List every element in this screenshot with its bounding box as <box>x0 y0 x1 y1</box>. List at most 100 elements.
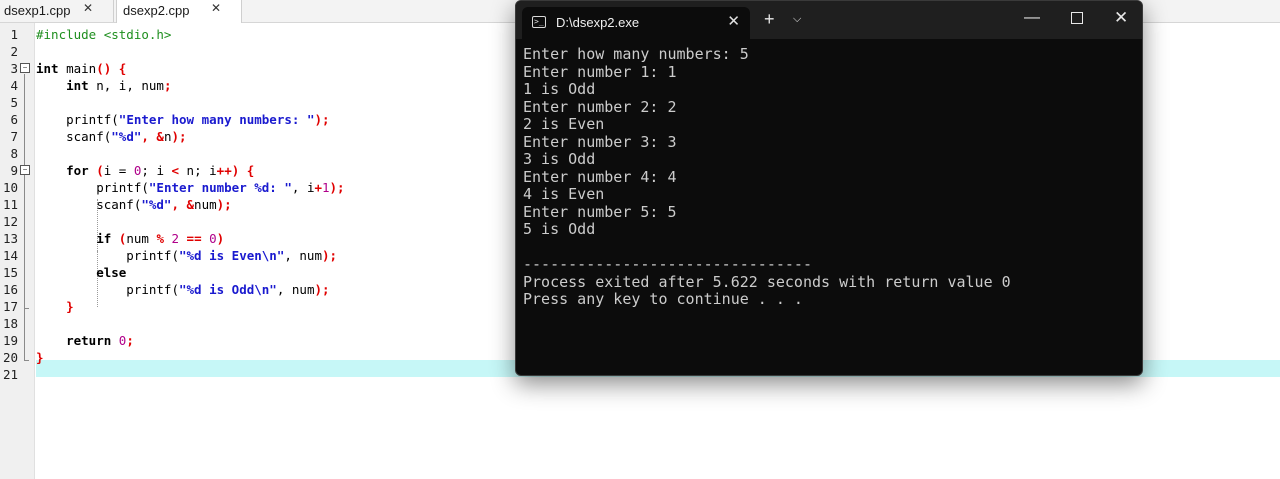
line-number: 8 <box>10 146 18 161</box>
string-literal: "Enter number %d: " <box>148 180 292 195</box>
tab-dsexp2[interactable]: dsexp2.cpp ✕ <box>116 0 242 23</box>
code-line: } <box>36 349 44 366</box>
line-number: 1 <box>10 27 18 42</box>
identifier: scanf( <box>36 197 142 212</box>
identifier: , i <box>291 180 315 195</box>
tab-dsexp1[interactable]: dsexp1.cpp ✕ <box>0 0 114 22</box>
symbol: ; <box>126 333 134 348</box>
terminal-line: Enter number 2: 2 <box>523 97 677 116</box>
symbol: == <box>179 231 210 246</box>
symbol: ); <box>314 282 330 297</box>
number-literal: 0 <box>209 231 217 246</box>
keyword: else <box>36 265 127 280</box>
symbol: ++ <box>216 163 232 178</box>
preprocessor-text: #include <stdio.h> <box>36 27 172 42</box>
number-literal: 2 <box>171 231 180 246</box>
new-tab-icon[interactable]: + <box>764 10 775 28</box>
code-line: printf("%d is Even\n", num); <box>36 247 337 264</box>
identifier: n, i, num <box>88 78 164 93</box>
console-icon: >_ <box>532 16 546 28</box>
line-number: 11 <box>2 197 18 212</box>
terminal-window[interactable]: >_ D:\dsexp2.exe ✕ + ⌵ — ✕ Enter how man… <box>515 0 1143 376</box>
symbol: ); <box>314 112 330 127</box>
terminal-tab-title: D:\dsexp2.exe <box>556 15 640 30</box>
identifier: printf( <box>36 180 149 195</box>
identifier: i = <box>103 163 134 178</box>
line-number: 15 <box>2 265 18 280</box>
identifier: ; i <box>141 163 172 178</box>
keyword: if <box>36 231 112 246</box>
line-number: 17 <box>2 299 18 314</box>
identifier: , num <box>284 248 322 263</box>
terminal-line: 2 is Even <box>523 115 605 133</box>
terminal-line: 5 is Odd <box>523 220 596 238</box>
keyword: int <box>36 78 89 93</box>
terminal-line: Enter number 1: 1 <box>523 62 677 81</box>
fold-collapse-icon[interactable]: − <box>20 63 30 73</box>
code-line: printf("Enter how many numbers: "); <box>36 111 330 128</box>
keyword: int <box>36 61 59 76</box>
terminal-title-bar[interactable]: >_ D:\dsexp2.exe ✕ + ⌵ — ✕ <box>516 1 1142 39</box>
string-literal: "%d is Odd\n" <box>179 282 277 297</box>
identifier: main <box>58 61 97 76</box>
identifier: , num <box>276 282 315 297</box>
symbol: , & <box>141 129 164 144</box>
keyword: for <box>36 163 89 178</box>
symbol: ); <box>329 180 345 195</box>
code-line: printf("Enter number %d: ", i+1); <box>36 179 345 196</box>
close-icon[interactable]: ✕ <box>211 1 221 15</box>
line-number: 12 <box>2 214 18 229</box>
terminal-line: Enter number 3: 3 <box>523 132 677 151</box>
identifier: printf( <box>36 248 179 263</box>
string-literal: "%d" <box>111 129 142 144</box>
console-icon-glyph: >_ <box>534 17 544 26</box>
close-window-icon[interactable]: ✕ <box>1114 9 1128 27</box>
terminal-line: 4 is Even <box>523 185 605 203</box>
fold-collapse-icon[interactable]: − <box>20 165 30 175</box>
chevron-down-icon[interactable]: ⌵ <box>793 13 801 26</box>
symbol: < <box>171 163 180 178</box>
symbol: ( <box>111 231 127 246</box>
terminal-line: Process exited after 5.622 seconds with … <box>523 272 1011 291</box>
identifier: printf( <box>36 112 119 127</box>
code-line: scanf("%d", &n); <box>36 128 187 145</box>
identifier: num <box>194 197 217 212</box>
symbol: + <box>314 180 322 195</box>
fold-guide <box>24 74 25 360</box>
code-line: int main() { <box>36 60 126 77</box>
line-number: 20 <box>2 350 18 365</box>
fold-end-marker <box>24 308 29 309</box>
close-icon[interactable]: ✕ <box>83 1 93 15</box>
line-number: 18 <box>2 316 18 331</box>
code-line: if (num % 2 == 0) <box>36 230 224 247</box>
string-literal: "Enter how many numbers: " <box>118 112 315 127</box>
terminal-line: Enter number 5: 5 <box>523 202 677 221</box>
terminal-separator: -------------------------------- <box>523 255 812 273</box>
line-number: 14 <box>2 248 18 263</box>
close-tab-icon[interactable]: ✕ <box>727 12 740 30</box>
line-number: 3 <box>10 61 18 76</box>
symbol: ); <box>171 129 187 144</box>
line-number: 10 <box>2 180 18 195</box>
code-line: int n, i, num; <box>36 77 171 94</box>
string-literal: "%d" <box>141 197 172 212</box>
line-number: 2 <box>10 44 18 59</box>
tab-label: dsexp2.cpp <box>123 3 190 18</box>
terminal-line: 1 is Odd <box>523 80 596 98</box>
symbol: } <box>36 350 44 365</box>
string-literal: "%d is Even\n" <box>179 248 285 263</box>
symbol: ; <box>163 78 172 93</box>
identifier: num <box>126 231 157 246</box>
minimize-icon[interactable]: — <box>1024 9 1040 27</box>
terminal-tab[interactable]: >_ D:\dsexp2.exe ✕ <box>522 7 750 39</box>
line-number: 6 <box>10 112 18 127</box>
code-line: else <box>36 264 126 281</box>
line-number: 13 <box>2 231 18 246</box>
fold-end-marker <box>24 360 29 361</box>
maximize-icon[interactable] <box>1071 12 1083 24</box>
code-line: for (i = 0; i < n; i++) { <box>36 162 254 179</box>
code-line: printf("%d is Odd\n", num); <box>36 281 330 298</box>
terminal-line: Enter how many numbers: 5 <box>523 45 749 63</box>
symbol: ) <box>216 231 225 246</box>
